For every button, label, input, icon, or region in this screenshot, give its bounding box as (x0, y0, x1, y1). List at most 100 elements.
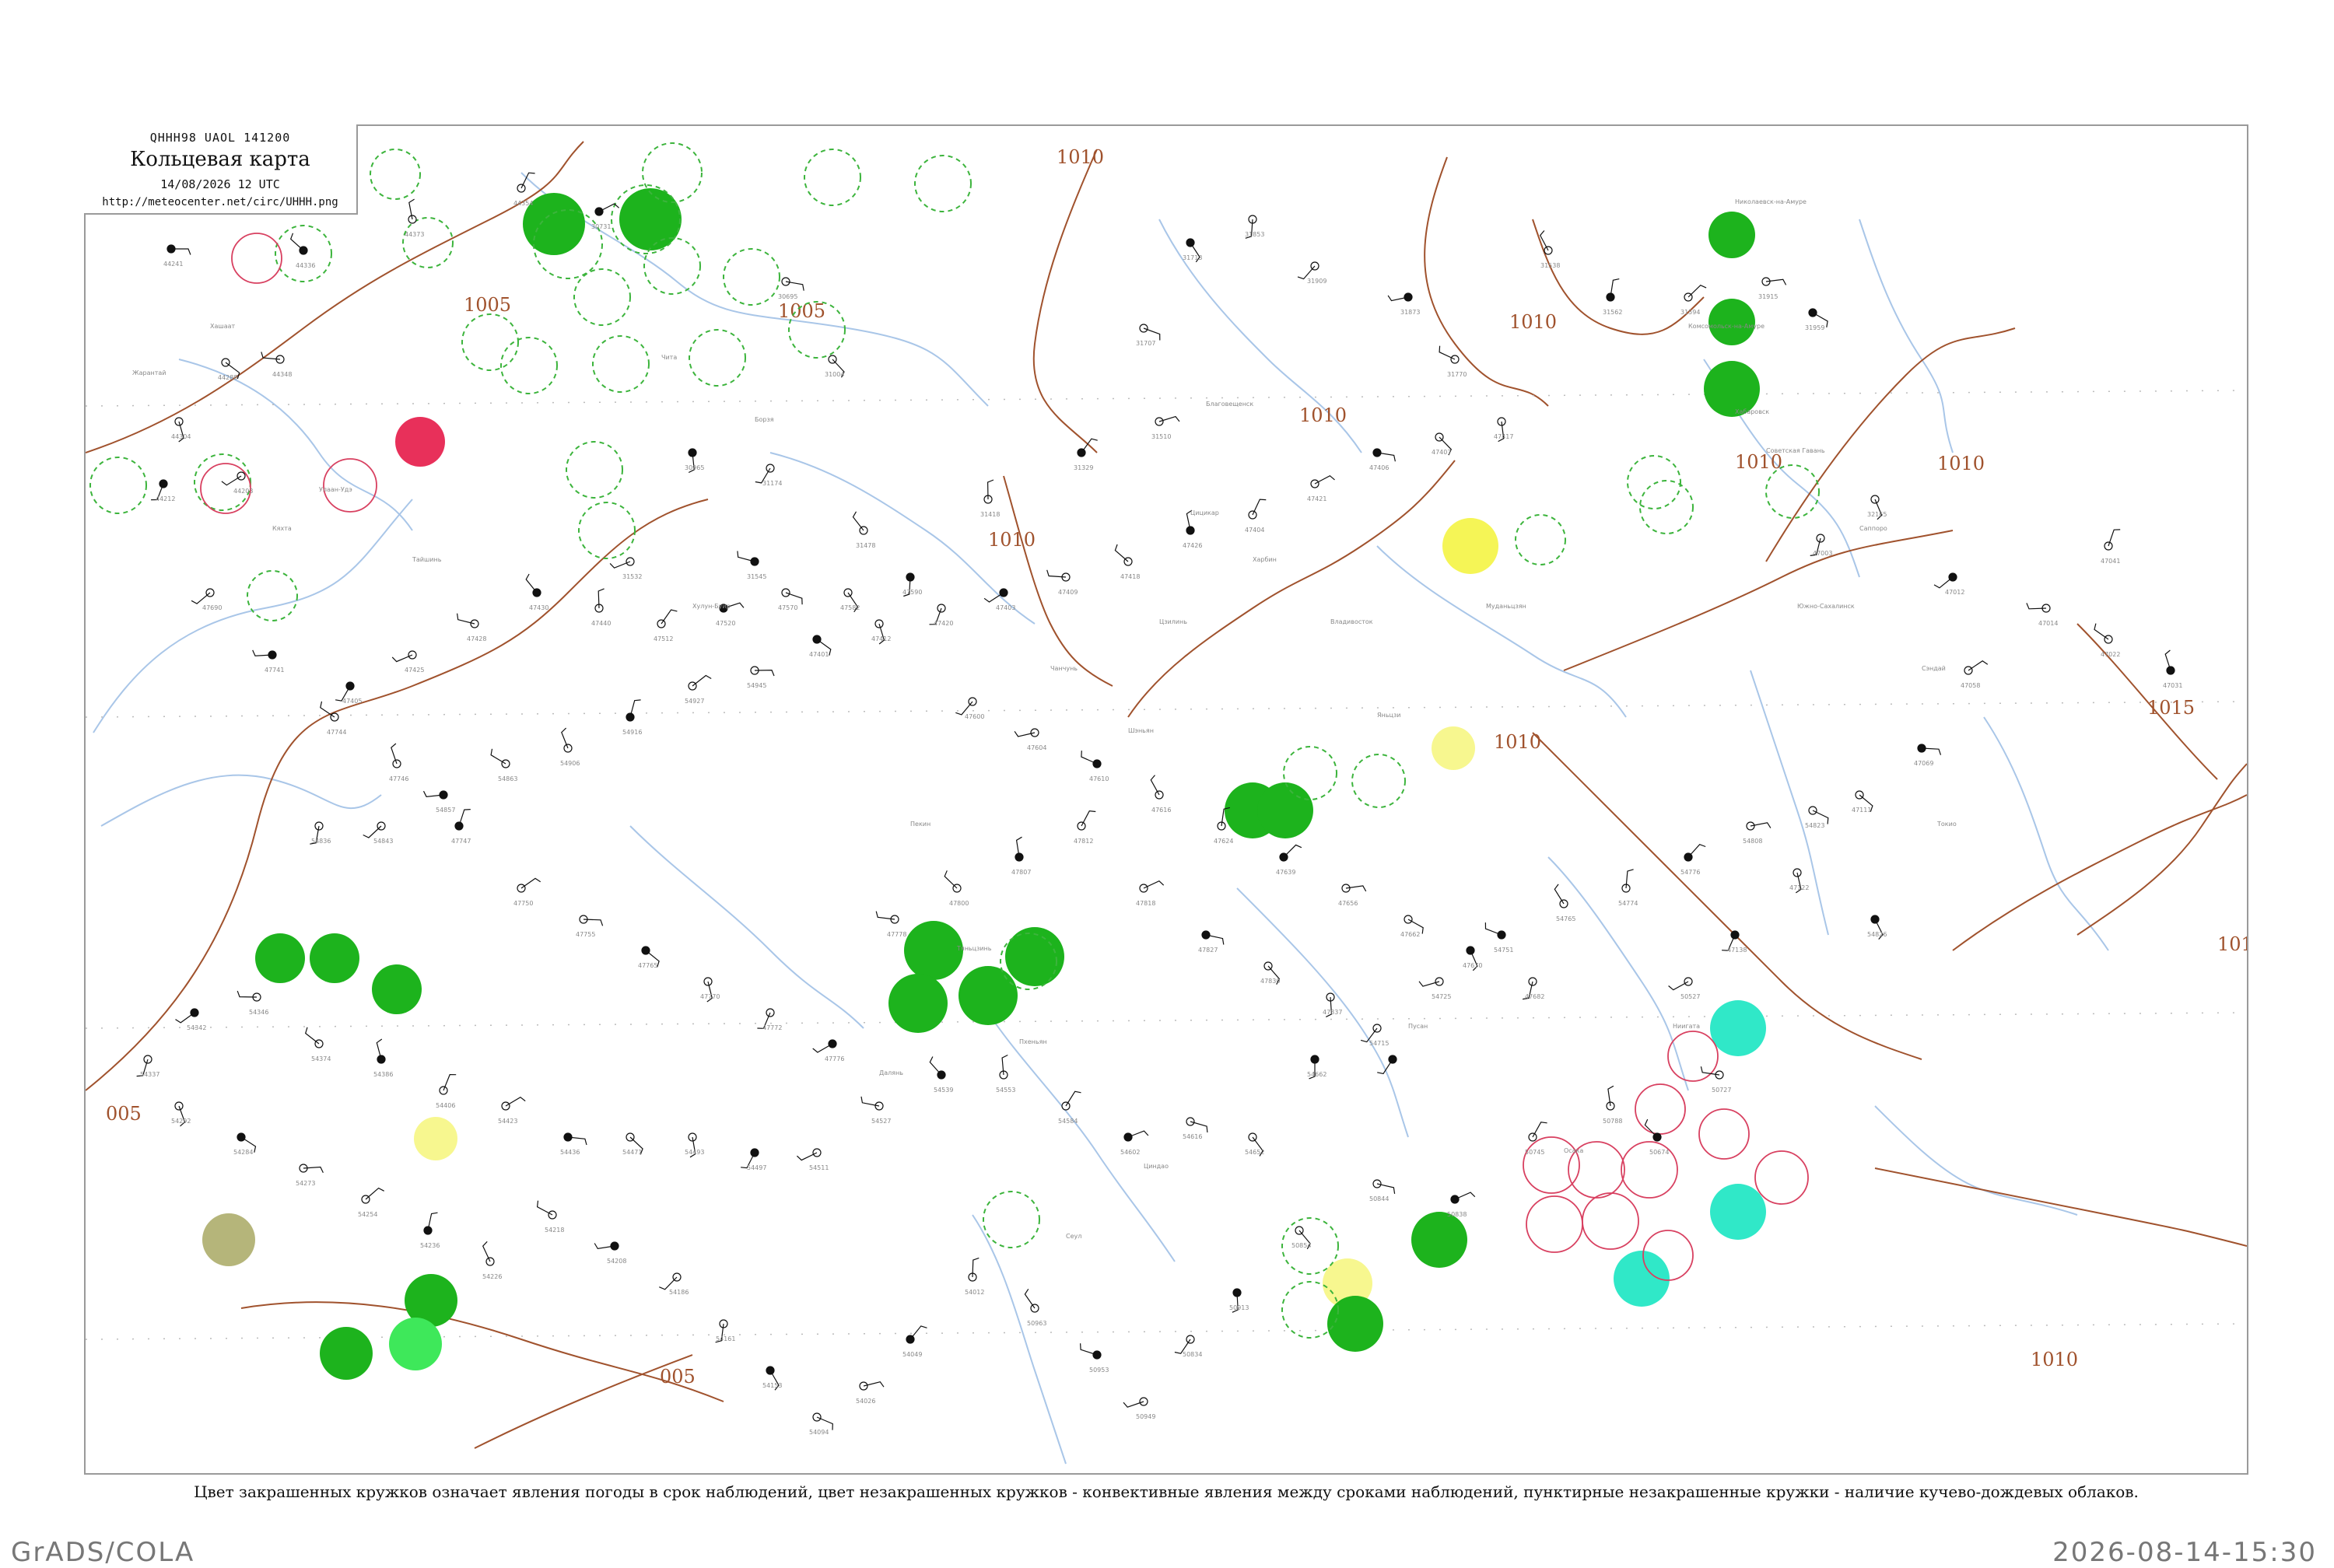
station-plot[interactable]: 54511 (796, 1148, 829, 1171)
thunder-ring[interactable] (1523, 1136, 1580, 1194)
station-plot[interactable]: 54254 (358, 1187, 384, 1218)
station-plot[interactable]: 47744 (320, 701, 347, 736)
station-plot[interactable]: 54539 (929, 1056, 953, 1094)
station-plot[interactable]: 54497 (741, 1148, 766, 1171)
station-plot[interactable]: 47418 (1114, 544, 1140, 580)
station-plot[interactable]: 47407 (1432, 432, 1453, 456)
thunder-ring[interactable] (1698, 1108, 1750, 1160)
station-plot[interactable]: 31594 (1680, 284, 1707, 316)
station-plot[interactable]: 47662 (1400, 915, 1424, 938)
weather-circle-rain[interactable] (1708, 212, 1755, 258)
station-plot[interactable]: 47800 (944, 870, 969, 907)
thunder-ring[interactable] (1635, 1083, 1686, 1135)
station-plot[interactable]: 47812 (1074, 810, 1096, 845)
station-plot[interactable]: 50788 (1603, 1085, 1622, 1125)
cb-ring[interactable] (370, 149, 421, 200)
station-plot[interactable]: 54715 (1360, 1024, 1389, 1047)
station-plot[interactable]: 47747 (451, 809, 471, 845)
weather-circle-rain[interactable] (904, 921, 963, 980)
station-plot[interactable]: 54208 (594, 1241, 626, 1265)
station-plot[interactable]: 54823 (1805, 806, 1829, 829)
station-plot[interactable]: 47778 (875, 911, 906, 938)
station-plot[interactable]: 54945 (747, 666, 775, 689)
station-plot[interactable]: 47041 (2101, 529, 2120, 565)
station-plot[interactable]: 54186 (659, 1272, 689, 1296)
station-plot[interactable]: 47058 (1961, 660, 1989, 689)
station-plot[interactable]: 31510 (1151, 415, 1180, 440)
station-plot[interactable]: 47425 (391, 650, 424, 674)
station-plot[interactable]: 44241 (163, 244, 191, 268)
station-plot[interactable]: 54284 (233, 1132, 257, 1156)
station-plot[interactable]: 44203 (221, 471, 254, 495)
station-plot[interactable]: 31174 (755, 464, 783, 487)
station-plot[interactable]: 47770 (700, 977, 720, 1003)
station-plot[interactable]: 47014 (2026, 603, 2059, 627)
station-plot[interactable]: 50949 (1123, 1397, 1155, 1420)
station-plot[interactable]: 50854 (1291, 1226, 1311, 1250)
cb-ring[interactable] (804, 149, 861, 206)
weather-circle-drizzle[interactable] (1710, 1000, 1766, 1056)
station-plot[interactable]: 47409 (1046, 569, 1078, 596)
station-plot[interactable]: 50953 (1080, 1343, 1109, 1374)
cb-ring[interactable] (983, 1191, 1040, 1248)
station-plot[interactable]: 31418 (980, 479, 1000, 518)
station-plot[interactable]: 47122 (1789, 868, 1809, 894)
station-plot[interactable]: 47670 (1463, 946, 1482, 971)
station-plot[interactable]: 47807 (1011, 836, 1031, 876)
station-plot[interactable]: 31713 (1183, 238, 1202, 263)
station-plot[interactable]: 31959 (1805, 308, 1828, 331)
cb-ring[interactable] (723, 248, 780, 306)
thunder-ring[interactable] (323, 458, 377, 513)
station-plot[interactable]: 54273 (296, 1164, 324, 1187)
station-plot[interactable]: 54725 (1418, 977, 1451, 1000)
station-plot[interactable]: 54863 (490, 748, 517, 782)
station-plot[interactable]: 54094 (809, 1412, 833, 1436)
cb-ring[interactable] (592, 335, 650, 393)
station-plot[interactable]: 47746 (389, 743, 408, 782)
station-plot[interactable]: 44288 (218, 358, 240, 381)
weather-circle-mist[interactable] (414, 1117, 457, 1160)
station-plot[interactable]: 31478 (852, 511, 876, 549)
station-plot[interactable]: 54337 (136, 1055, 160, 1078)
thunder-ring[interactable] (1526, 1195, 1583, 1253)
station-plot[interactable]: 50834 (1174, 1335, 1203, 1358)
station-plot[interactable]: 50838 (1447, 1192, 1476, 1218)
station-plot[interactable]: 47412 (871, 619, 891, 645)
cb-ring[interactable] (1351, 754, 1406, 808)
station-plot[interactable]: 54826 (1867, 915, 1887, 940)
station-plot[interactable]: 47639 (1276, 844, 1302, 876)
station-plot[interactable]: 31909 (1297, 261, 1326, 285)
station-plot[interactable]: 47755 (576, 915, 604, 938)
station-plot[interactable]: 47405 (335, 681, 362, 705)
cb-ring[interactable] (1639, 480, 1694, 534)
station-plot[interactable]: 54765 (1554, 884, 1575, 922)
station-plot[interactable]: 31004 (825, 355, 845, 378)
station-plot[interactable]: 54153 (762, 1366, 782, 1391)
station-plot[interactable]: 47827 (1198, 930, 1225, 954)
cb-ring[interactable] (89, 457, 147, 514)
station-plot[interactable]: 47440 (591, 588, 611, 627)
station-plot[interactable]: 54602 (1120, 1130, 1149, 1156)
station-plot[interactable]: 47003 (1810, 534, 1833, 557)
station-plot[interactable]: 47741 (252, 649, 285, 674)
weather-circle-mist[interactable] (1432, 726, 1475, 770)
station-plot[interactable]: 47776 (812, 1039, 845, 1062)
station-plot[interactable]: 30965 (685, 448, 704, 474)
source-url[interactable]: http://meteocenter.net/circ/UHHH.png (84, 196, 356, 208)
station-plot[interactable]: 50745 (1525, 1122, 1547, 1156)
station-plot[interactable]: 47430 (525, 573, 548, 611)
weather-circle-rain[interactable] (1411, 1212, 1467, 1268)
station-plot[interactable]: 47512 (654, 609, 678, 642)
station-plot[interactable]: 31329 (1074, 438, 1098, 471)
station-plot[interactable]: 54584 (1058, 1090, 1081, 1125)
station-plot[interactable]: 47031 (2163, 649, 2182, 689)
station-plot[interactable]: 30731 (591, 203, 619, 230)
station-plot[interactable]: 54386 (373, 1038, 393, 1078)
station-plot[interactable]: 47590 (902, 572, 922, 597)
station-plot[interactable]: 31915 (1758, 277, 1787, 300)
weather-circle-haze[interactable] (202, 1213, 255, 1266)
station-plot[interactable]: 44212 (151, 479, 175, 502)
station-plot[interactable]: 47600 (955, 697, 984, 720)
station-plot[interactable]: 47428 (457, 613, 487, 642)
station-plot[interactable]: 54292 (171, 1101, 191, 1127)
